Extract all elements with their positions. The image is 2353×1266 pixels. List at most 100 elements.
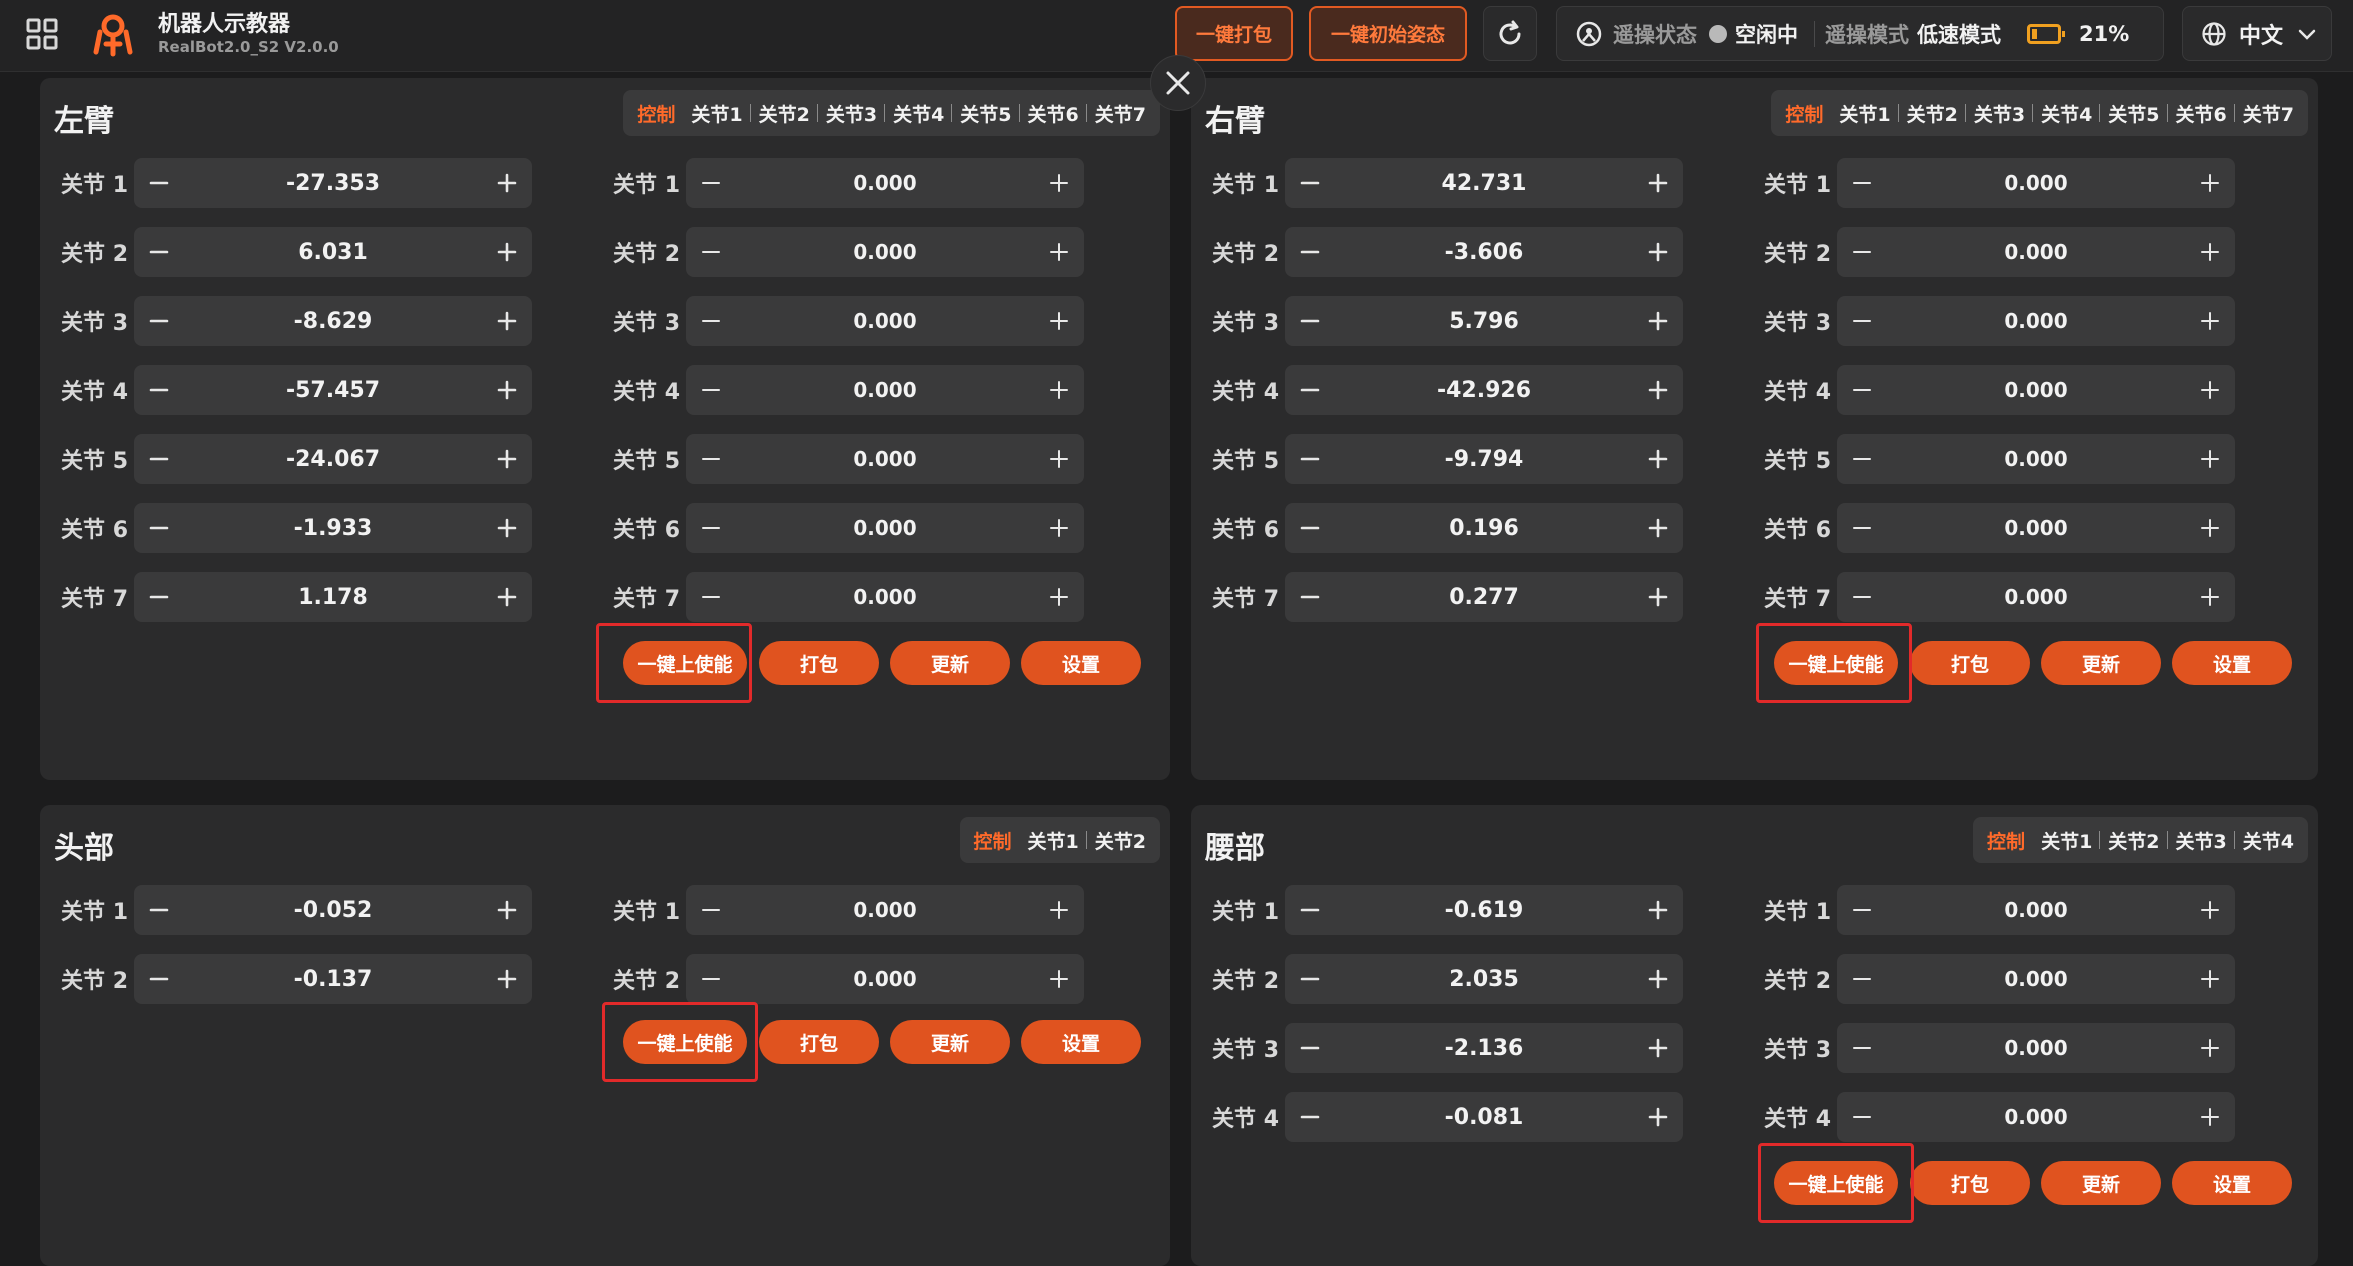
decrement-button[interactable] <box>1837 158 1887 208</box>
tab-joint-7[interactable]: 关节7 <box>2233 90 2302 136</box>
joint-value[interactable]: 0.000 <box>2004 447 2067 471</box>
increment-button[interactable] <box>1034 227 1084 277</box>
joint-value[interactable]: 0.000 <box>2004 1036 2067 1060</box>
decrement-button[interactable] <box>134 954 184 1004</box>
increment-button[interactable] <box>1034 434 1084 484</box>
joint-value[interactable]: 0.000 <box>2004 171 2067 195</box>
joint-value[interactable]: 0.000 <box>2004 898 2067 922</box>
increment-button[interactable] <box>1633 1023 1683 1073</box>
decrement-button[interactable] <box>1837 365 1887 415</box>
decrement-button[interactable] <box>1837 296 1887 346</box>
increment-button[interactable] <box>2185 365 2235 415</box>
joint-value[interactable]: -1.933 <box>294 516 373 541</box>
decrement-button[interactable] <box>134 296 184 346</box>
update-button[interactable]: 更新 <box>2041 1161 2161 1205</box>
decrement-button[interactable] <box>1837 434 1887 484</box>
joint-value[interactable]: 0.000 <box>853 585 916 609</box>
decrement-button[interactable] <box>1285 885 1335 935</box>
increment-button[interactable] <box>482 365 532 415</box>
increment-button[interactable] <box>482 158 532 208</box>
decrement-button[interactable] <box>686 885 736 935</box>
tab-joint-6[interactable]: 关节6 <box>2166 90 2235 136</box>
decrement-button[interactable] <box>1285 296 1335 346</box>
tab-control[interactable]: 控制 <box>629 90 683 136</box>
tab-joint-3[interactable]: 关节3 <box>816 90 885 136</box>
joint-value[interactable]: -0.081 <box>1445 1105 1524 1130</box>
decrement-button[interactable] <box>1285 158 1335 208</box>
joint-value[interactable]: 6.031 <box>298 240 368 265</box>
decrement-button[interactable] <box>686 503 736 553</box>
increment-button[interactable] <box>482 227 532 277</box>
joint-value[interactable]: 2.035 <box>1449 967 1519 992</box>
tab-joint-4[interactable]: 关节4 <box>2032 90 2100 136</box>
increment-button[interactable] <box>1633 296 1683 346</box>
decrement-button[interactable] <box>1837 885 1887 935</box>
decrement-button[interactable] <box>1837 572 1887 622</box>
joint-value[interactable]: 0.000 <box>2004 240 2067 264</box>
joint-value[interactable]: -24.067 <box>286 447 380 472</box>
increment-button[interactable] <box>1633 885 1683 935</box>
enable-button[interactable]: 一键上使能 <box>623 1020 747 1064</box>
decrement-button[interactable] <box>686 434 736 484</box>
increment-button[interactable] <box>1633 954 1683 1004</box>
joint-value[interactable]: -57.457 <box>286 378 380 403</box>
increment-button[interactable] <box>1034 885 1084 935</box>
decrement-button[interactable] <box>1285 227 1335 277</box>
tab-joint-2[interactable]: 关节2 <box>1085 817 1154 863</box>
joint-value[interactable]: 0.000 <box>2004 378 2067 402</box>
increment-button[interactable] <box>2185 503 2235 553</box>
pack-button[interactable]: 打包 <box>1910 1161 2030 1205</box>
tab-joint-3[interactable]: 关节3 <box>1964 90 2033 136</box>
close-button[interactable] <box>1150 55 1206 111</box>
tab-joint-2[interactable]: 关节2 <box>1897 90 1966 136</box>
tab-joint-1[interactable]: 关节1 <box>683 90 750 136</box>
decrement-button[interactable] <box>686 954 736 1004</box>
joint-value[interactable]: 5.796 <box>1449 309 1519 334</box>
settings-button[interactable]: 设置 <box>2172 1161 2292 1205</box>
joint-value[interactable]: -42.926 <box>1437 378 1531 403</box>
increment-button[interactable] <box>482 503 532 553</box>
decrement-button[interactable] <box>134 572 184 622</box>
increment-button[interactable] <box>1633 158 1683 208</box>
decrement-button[interactable] <box>134 885 184 935</box>
decrement-button[interactable] <box>1837 1023 1887 1073</box>
enable-button[interactable]: 一键上使能 <box>1774 1161 1898 1205</box>
grid-menu-icon[interactable] <box>24 16 60 52</box>
tab-control[interactable]: 控制 <box>966 817 1020 863</box>
decrement-button[interactable] <box>686 365 736 415</box>
refresh-button[interactable] <box>1483 6 1537 61</box>
joint-value[interactable]: -2.136 <box>1445 1036 1524 1061</box>
joint-value[interactable]: -3.606 <box>1445 240 1524 265</box>
increment-button[interactable] <box>1034 296 1084 346</box>
joint-value[interactable]: 42.731 <box>1442 171 1527 196</box>
pack-button[interactable]: 打包 <box>1910 641 2030 685</box>
increment-button[interactable] <box>2185 954 2235 1004</box>
increment-button[interactable] <box>2185 885 2235 935</box>
increment-button[interactable] <box>2185 1023 2235 1073</box>
tab-joint-6[interactable]: 关节6 <box>1018 90 1087 136</box>
decrement-button[interactable] <box>1837 227 1887 277</box>
increment-button[interactable] <box>2185 1092 2235 1142</box>
update-button[interactable]: 更新 <box>890 1020 1010 1064</box>
increment-button[interactable] <box>1633 1092 1683 1142</box>
decrement-button[interactable] <box>1285 572 1335 622</box>
increment-button[interactable] <box>482 954 532 1004</box>
increment-button[interactable] <box>482 434 532 484</box>
increment-button[interactable] <box>1633 434 1683 484</box>
decrement-button[interactable] <box>686 572 736 622</box>
decrement-button[interactable] <box>134 227 184 277</box>
pack-button[interactable]: 打包 <box>759 641 879 685</box>
enable-button[interactable]: 一键上使能 <box>1774 641 1898 685</box>
joint-value[interactable]: 0.000 <box>2004 309 2067 333</box>
joint-value[interactable]: 0.000 <box>2004 967 2067 991</box>
decrement-button[interactable] <box>1837 1092 1887 1142</box>
decrement-button[interactable] <box>1837 954 1887 1004</box>
joint-value[interactable]: -0.052 <box>294 898 373 923</box>
increment-button[interactable] <box>1034 365 1084 415</box>
increment-button[interactable] <box>482 296 532 346</box>
decrement-button[interactable] <box>1285 365 1335 415</box>
increment-button[interactable] <box>1034 572 1084 622</box>
pack-all-button[interactable]: 一键打包 <box>1175 6 1293 61</box>
joint-value[interactable]: 0.000 <box>853 309 916 333</box>
increment-button[interactable] <box>482 885 532 935</box>
